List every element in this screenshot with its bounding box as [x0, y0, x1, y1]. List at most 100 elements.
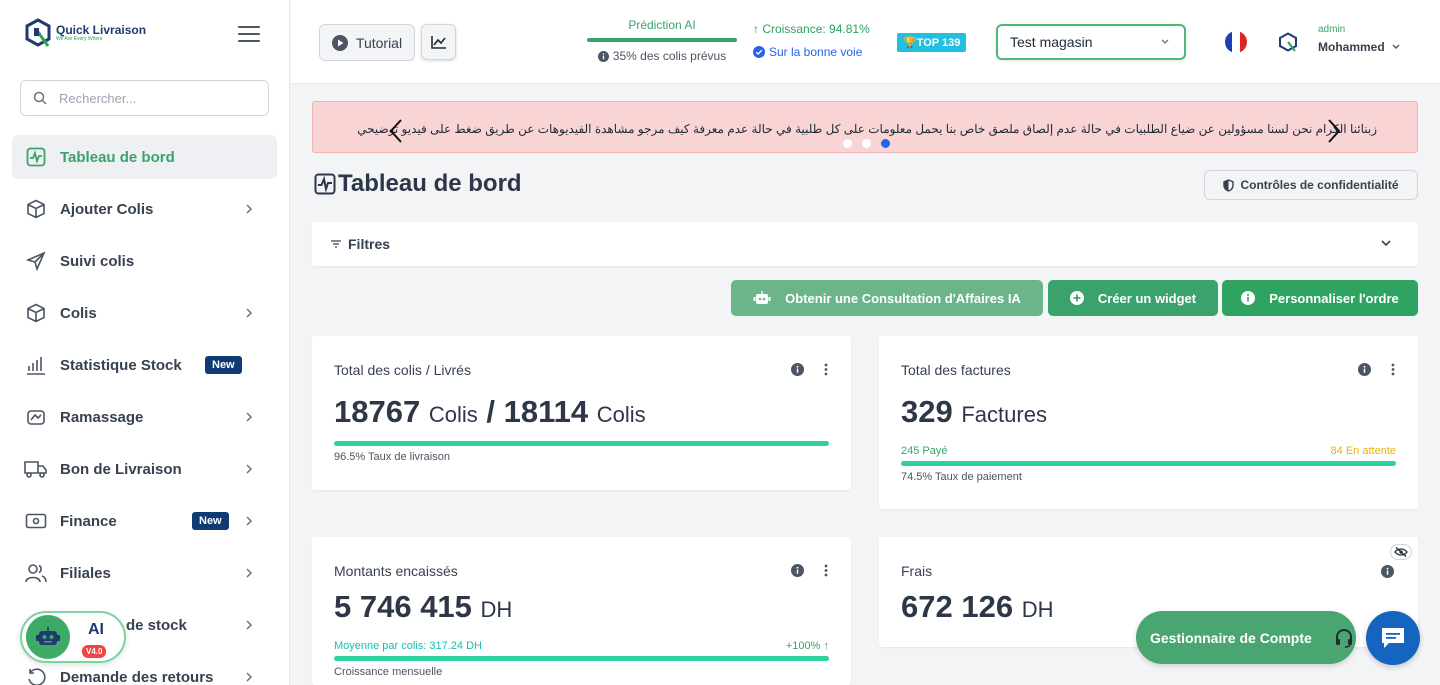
sidebar-item-ajouter-colis[interactable]: Ajouter Colis [12, 187, 277, 231]
sidebar-item-label: Statistique Stock [60, 356, 182, 374]
monthly-growth-label: Croissance mensuelle [334, 666, 443, 678]
french-flag-icon[interactable] [1225, 31, 1247, 53]
card-value: 5 746 415 DH [334, 589, 512, 625]
chart-button[interactable] [421, 24, 456, 60]
card-title: Total des factures [901, 362, 1011, 378]
headset-icon [1335, 628, 1352, 648]
tutorial-label: Tutorial [355, 34, 403, 51]
more-vertical-icon[interactable] [1391, 363, 1395, 376]
customize-order-button[interactable]: Personnaliser l'ordre [1222, 280, 1418, 316]
logo-tagline: We Are Every Where [56, 36, 103, 42]
info-icon[interactable] [791, 363, 804, 376]
chevron-left-icon[interactable] [389, 118, 403, 144]
return-icon [24, 665, 48, 685]
top-rank-badge: 🏆TOP 139 [897, 33, 967, 52]
ai-consultation-button[interactable]: Obtenir une Consultation d'Affaires IA [731, 280, 1043, 316]
logo-name: Quick Livraison [56, 23, 147, 37]
card-title: Montants encaissés [334, 563, 458, 579]
more-vertical-icon[interactable] [824, 363, 828, 376]
store-select[interactable]: Test magasin [996, 24, 1186, 60]
card-value: 18767 Colis / 18114 Colis [334, 394, 646, 430]
sidebar-item-tableau-de-bord[interactable]: Tableau de bord [12, 135, 277, 179]
sidebar-item-finance[interactable]: Finance New [12, 499, 277, 543]
create-widget-button[interactable]: Créer un widget [1048, 280, 1218, 316]
carousel-dot[interactable] [881, 139, 890, 148]
eye-off-icon[interactable] [1390, 544, 1412, 560]
chat-icon [1382, 628, 1404, 648]
info-icon [597, 50, 609, 62]
new-badge: New [192, 512, 229, 530]
info-icon[interactable] [1358, 363, 1371, 376]
card-total-colis: Total des colis / Livrés 18767 Colis / 1… [312, 336, 851, 490]
delivery-rate-label: 96.5% Taux de livraison [334, 451, 450, 463]
user-menu[interactable]: admin Mohammed [1318, 24, 1401, 54]
delivery-rate-bar [334, 441, 829, 446]
robot-icon [753, 291, 771, 304]
activity-icon [314, 173, 336, 195]
sidebar-item-ramassage[interactable]: Ramassage [12, 395, 277, 439]
sidebar-item-label: Demande des retours [60, 668, 214, 685]
card-value: 672 126 DH [901, 589, 1053, 625]
growth-bar [334, 656, 829, 661]
sidebar-item-label: Ajouter Colis [60, 200, 154, 218]
colis-unit: Colis [428, 402, 478, 427]
search-input[interactable] [59, 90, 249, 106]
montants-value: 5 746 415 [334, 589, 472, 624]
frais-unit: DH [1021, 597, 1054, 622]
colis-total: 18767 [334, 394, 421, 429]
colis-delivered: 18114 [503, 394, 589, 429]
logo-icon [25, 18, 51, 47]
sidebar-item-label: Ramassage [60, 408, 144, 426]
carousel-dot[interactable] [843, 139, 852, 148]
privacy-controls-button[interactable]: Contrôles de confidentialité [1204, 170, 1418, 200]
chevron-right-icon [246, 516, 253, 526]
pending-count: 84 En attente [1330, 445, 1396, 457]
colis-unit: Colis [596, 402, 646, 427]
frais-value: 672 126 [901, 589, 1014, 624]
carousel-dot[interactable] [862, 139, 871, 148]
chevron-right-icon [246, 672, 253, 682]
card-montants-encaisses: Montants encaissés 5 746 415 DH Moyenne … [312, 537, 851, 685]
users-icon [24, 561, 48, 585]
chevron-right-icon [246, 204, 253, 214]
check-circle-icon [753, 46, 765, 58]
ai-prediction: Prédiction AI 35% des colis prévus [587, 18, 737, 63]
card-total-factures: Total des factures 329 Factures 245 Payé… [879, 336, 1418, 509]
logo[interactable]: Quick Livraison We Are Every Where [24, 18, 146, 48]
page-title: Tableau de bord [314, 170, 522, 198]
play-icon [331, 34, 348, 51]
sidebar-item-filiales[interactable]: Filiales [12, 551, 277, 595]
package-icon [24, 301, 48, 325]
account-manager-button[interactable]: Gestionnaire de Compte [1136, 611, 1356, 664]
account-manager-label: Gestionnaire de Compte [1150, 629, 1312, 646]
chevron-right-icon[interactable] [1327, 118, 1341, 144]
banner-text: زبنائنا الكرام نحن لسنا مسؤولين عن ضياع … [353, 122, 1377, 136]
colis-separator: / [486, 394, 495, 429]
menu-toggle-button[interactable] [238, 26, 260, 42]
info-icon[interactable] [791, 564, 804, 577]
pickup-icon [24, 405, 48, 429]
box-icon [24, 197, 48, 221]
info-icon [1241, 291, 1256, 305]
info-icon[interactable] [1381, 565, 1394, 578]
prediction-title: Prédiction AI [628, 18, 696, 32]
ai-version-badge: V4.0 [82, 645, 107, 658]
sidebar-item-suivi-colis[interactable]: Suivi colis [12, 239, 277, 283]
chevron-down-icon [1381, 240, 1391, 247]
more-vertical-icon[interactable] [824, 564, 828, 577]
montants-unit: DH [480, 597, 513, 622]
factures-unit: Factures [961, 402, 1047, 427]
sidebar-item-label: Finance [60, 512, 117, 530]
sidebar-item-bon-de-livraison[interactable]: Bon de Livraison [12, 447, 277, 491]
card-value: 329 Factures [901, 394, 1047, 430]
chat-button[interactable] [1366, 611, 1420, 665]
new-badge: New [205, 356, 242, 374]
chevron-right-icon [246, 308, 253, 318]
sidebar-item-colis[interactable]: Colis [12, 291, 277, 335]
tutorial-button[interactable]: Tutorial [319, 24, 415, 61]
search-box [20, 80, 269, 116]
ai-assistant-button[interactable]: AI V4.0 [20, 611, 126, 663]
sidebar-item-statistique-stock[interactable]: Statistique Stock New [12, 343, 277, 387]
filters-panel[interactable]: Filtres [312, 222, 1418, 266]
sidebar-item-label: Colis [60, 304, 97, 322]
